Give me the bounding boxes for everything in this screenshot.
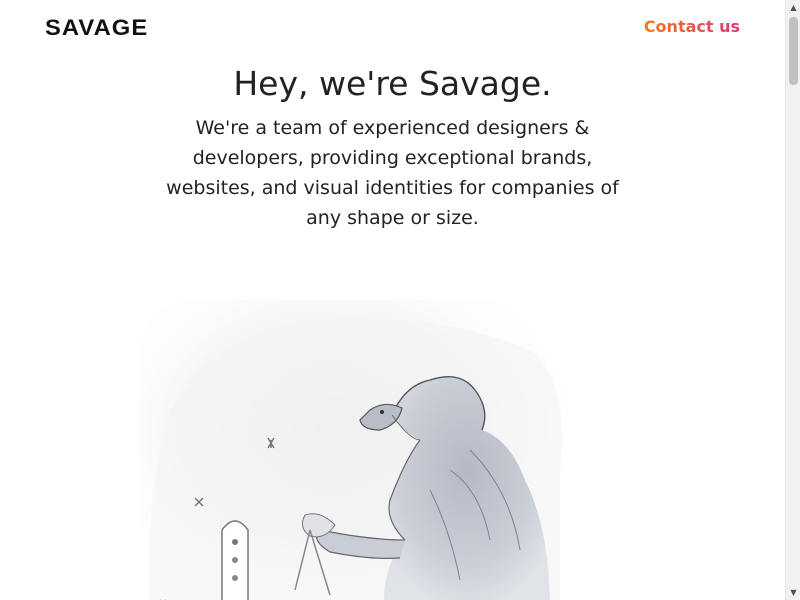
scroll-down-arrow-icon[interactable]: ▼: [786, 585, 800, 600]
hero-section: Hey, we're Savage. We're a team of exper…: [0, 62, 785, 233]
ape-sketch-illustration: [130, 290, 600, 600]
scroll-up-arrow-icon[interactable]: ▲: [786, 0, 800, 15]
tower-sketch: [221, 520, 249, 600]
page: SAVAGE Contact us Hey, we're Savage. We'…: [0, 0, 785, 600]
illustration-svg: [140, 300, 570, 600]
hero-title: Hey, we're Savage.: [233, 64, 552, 103]
contact-us-link[interactable]: Contact us: [644, 16, 740, 38]
vertical-scrollbar[interactable]: ▲ ▼: [785, 0, 800, 600]
site-header: SAVAGE Contact us: [0, 0, 785, 56]
savage-logo[interactable]: SAVAGE: [45, 17, 148, 39]
hero-description: We're a team of experienced designers & …: [166, 117, 619, 229]
scrollbar-thumb[interactable]: [789, 17, 798, 85]
